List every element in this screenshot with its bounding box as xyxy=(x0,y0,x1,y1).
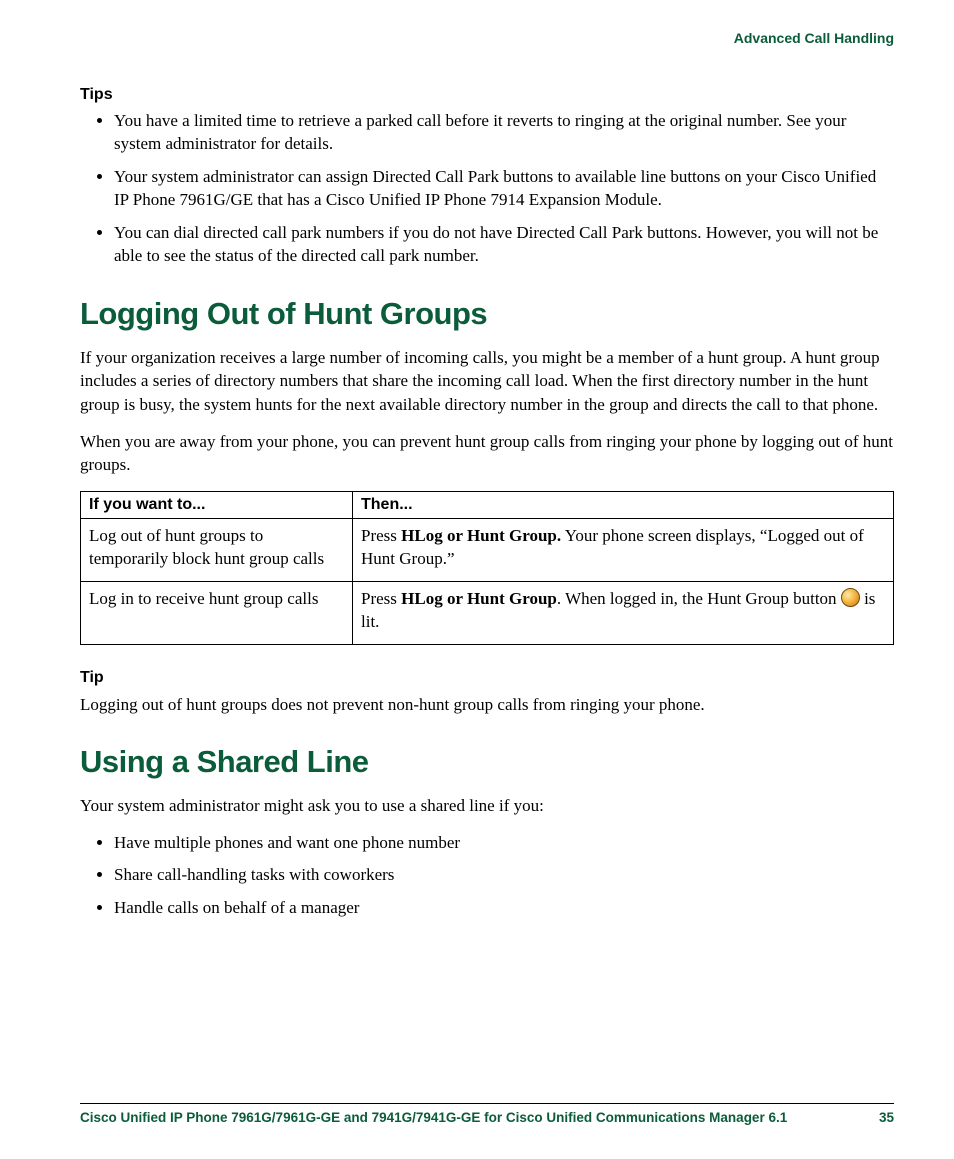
text: Press xyxy=(361,589,401,608)
list-item: Handle calls on behalf of a manager xyxy=(114,897,894,920)
tips-heading: Tips xyxy=(80,86,894,104)
list-item: You can dial directed call park numbers … xyxy=(114,222,894,268)
page: Advanced Call Handling Tips You have a l… xyxy=(0,0,954,1159)
table-row: Log out of hunt groups to temporarily bl… xyxy=(81,518,894,581)
section-heading-shared: Using a Shared Line xyxy=(80,744,894,780)
paragraph: If your organization receives a large nu… xyxy=(80,346,894,416)
table-row: Log in to receive hunt group calls Press… xyxy=(81,581,894,644)
paragraph: Logging out of hunt groups does not prev… xyxy=(80,693,894,716)
cell-if: Log in to receive hunt group calls xyxy=(81,581,353,644)
section-heading-hunt: Logging Out of Hunt Groups xyxy=(80,296,894,332)
list-item: Share call-handling tasks with coworkers xyxy=(114,864,894,887)
footer-title: Cisco Unified IP Phone 7961G/7961G-GE an… xyxy=(80,1110,787,1125)
bold-text: HLog or Hunt Group. xyxy=(401,526,561,545)
bold-text: HLog or Hunt Group xyxy=(401,589,557,608)
list-item: Your system administrator can assign Dir… xyxy=(114,166,894,212)
col-header-if: If you want to... xyxy=(81,491,353,518)
cell-if: Log out of hunt groups to temporarily bl… xyxy=(81,518,353,581)
footer-page-number: 35 xyxy=(879,1110,894,1125)
list-item: Have multiple phones and want one phone … xyxy=(114,832,894,855)
text: . When logged in, the Hunt Group button xyxy=(557,589,841,608)
paragraph: When you are away from your phone, you c… xyxy=(80,430,894,477)
table-header-row: If you want to... Then... xyxy=(81,491,894,518)
cell-then: Press HLog or Hunt Group. When logged in… xyxy=(353,581,894,644)
paragraph: Your system administrator might ask you … xyxy=(80,794,894,817)
cell-then: Press HLog or Hunt Group. Your phone scr… xyxy=(353,518,894,581)
shared-list: Have multiple phones and want one phone … xyxy=(80,832,894,921)
page-footer: Cisco Unified IP Phone 7961G/7961G-GE an… xyxy=(80,1103,894,1125)
list-item: You have a limited time to retrieve a pa… xyxy=(114,110,894,156)
tips-list: You have a limited time to retrieve a pa… xyxy=(80,110,894,268)
col-header-then: Then... xyxy=(353,491,894,518)
procedure-table: If you want to... Then... Log out of hun… xyxy=(80,491,894,645)
text: Press xyxy=(361,526,401,545)
lit-button-icon xyxy=(841,588,860,607)
tip-heading: Tip xyxy=(80,669,894,687)
running-header: Advanced Call Handling xyxy=(80,30,894,46)
